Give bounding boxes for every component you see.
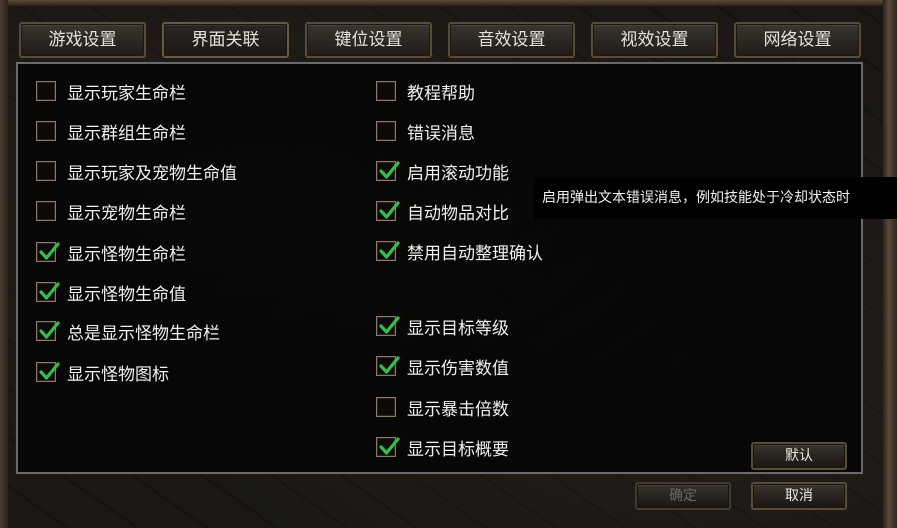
tab-visual[interactable]: 视效设置 [591,22,718,58]
checkmark-icon [39,362,60,380]
checkmark-icon [379,356,400,374]
tab-interface[interactable]: 界面关联 [162,22,289,58]
window-frame-left [0,0,8,528]
checkbox[interactable] [36,321,60,341]
option-label: 显示目标等级 [407,318,509,339]
option-label: 禁用自动整理确认 [407,243,543,264]
option-label: 总是显示怪物生命栏 [67,323,220,344]
option-label: 启用滚动功能 [407,163,509,184]
checkbox[interactable] [376,121,396,141]
checkmark-icon [379,201,400,219]
option-label: 显示玩家及宠物生命值 [67,163,237,184]
option-label: 显示群组生命栏 [67,123,186,144]
cancel-button[interactable]: 取消 [751,482,847,510]
option-auto-item-compare[interactable]: 自动物品对比 [376,198,509,224]
option-label: 显示怪物生命值 [67,284,186,305]
tab-audio[interactable]: 音效设置 [448,22,575,58]
checkbox[interactable] [376,356,400,376]
tab-game-settings[interactable]: 游戏设置 [19,22,146,58]
checkbox[interactable] [36,282,60,302]
option-show-group-health-bar[interactable]: 显示群组生命栏 [36,118,186,144]
option-label: 显示怪物生命栏 [67,244,186,265]
tab-network[interactable]: 网络设置 [734,22,861,58]
checkmark-icon [379,241,400,259]
checkmark-icon [379,316,400,334]
settings-window: 游戏设置 界面关联 键位设置 音效设置 视效设置 网络设置 显示玩家生命栏 显示… [0,0,897,528]
checkmark-icon [379,437,400,455]
checkbox[interactable] [376,241,400,261]
option-show-monster-health-bar[interactable]: 显示怪物生命栏 [36,239,186,265]
option-show-pet-health-bar[interactable]: 显示宠物生命栏 [36,198,186,224]
default-button[interactable]: 默认 [751,442,847,470]
window-frame-top [0,0,897,6]
checkmark-icon [39,282,60,300]
option-show-target-level[interactable]: 显示目标等级 [376,313,509,339]
checkbox[interactable] [36,121,56,141]
option-show-monster-icon[interactable]: 显示怪物图标 [36,359,169,385]
checkbox[interactable] [36,242,60,262]
ok-button[interactable]: 确定 [635,482,731,510]
option-show-monster-health-value[interactable]: 显示怪物生命值 [36,279,186,305]
checkmark-icon [39,242,60,260]
option-disable-auto-sort-confirm[interactable]: 禁用自动整理确认 [376,238,543,264]
option-label: 显示目标概要 [407,439,509,460]
option-label: 显示玩家生命栏 [67,83,186,104]
option-tutorial-help[interactable]: 教程帮助 [376,78,475,104]
option-error-messages[interactable]: 错误消息 [376,118,475,144]
option-label: 显示怪物图标 [67,364,169,385]
option-tooltip: 启用弹出文本错误消息，例如技能处于冷却状态时 [534,177,897,219]
option-label: 显示宠物生命栏 [67,203,186,224]
option-show-target-summary[interactable]: 显示目标概要 [376,434,509,460]
checkmark-icon [39,321,60,339]
checkbox[interactable] [376,437,400,457]
checkbox[interactable] [36,201,56,221]
option-label: 教程帮助 [407,83,475,104]
checkbox[interactable] [36,362,60,382]
window-frame-right [883,0,897,528]
tab-keybindings[interactable]: 键位设置 [305,22,432,58]
checkbox[interactable] [376,161,400,181]
option-always-show-monster-health-bar[interactable]: 总是显示怪物生命栏 [36,318,220,344]
option-show-player-health-bar[interactable]: 显示玩家生命栏 [36,78,186,104]
checkbox[interactable] [376,201,400,221]
option-label: 错误消息 [407,123,475,144]
checkbox[interactable] [36,81,56,101]
option-enable-scrolling[interactable]: 启用滚动功能 [376,158,509,184]
checkbox[interactable] [376,397,396,417]
option-show-crit-multiplier[interactable]: 显示暴击倍数 [376,394,509,420]
option-show-player-pet-health-value[interactable]: 显示玩家及宠物生命值 [36,158,237,184]
checkmark-icon [379,161,400,179]
option-label: 自动物品对比 [407,203,509,224]
checkbox[interactable] [376,81,396,101]
option-show-damage-numbers[interactable]: 显示伤害数值 [376,353,509,379]
checkbox[interactable] [376,316,400,336]
option-label: 显示伤害数值 [407,358,509,379]
checkbox[interactable] [36,161,56,181]
option-label: 显示暴击倍数 [407,399,509,420]
